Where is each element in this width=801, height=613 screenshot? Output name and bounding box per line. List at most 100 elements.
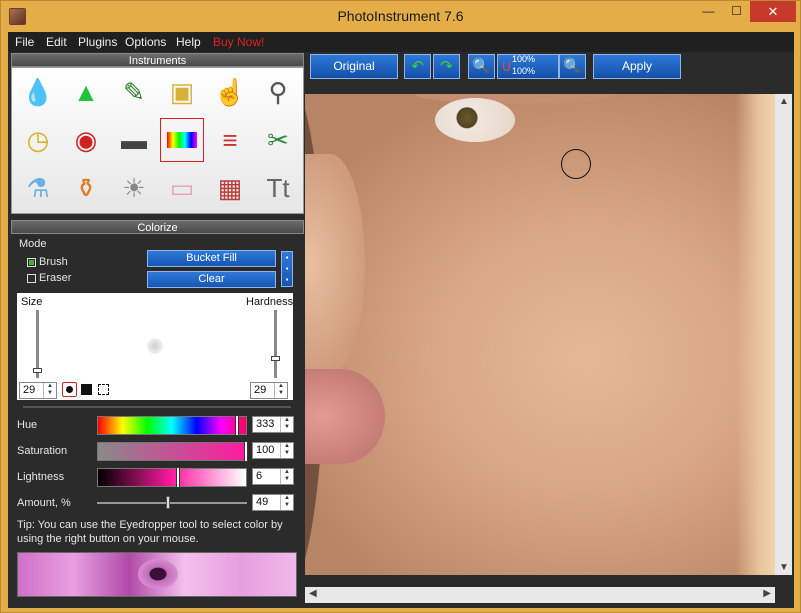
zoom-out-button[interactable]: 🔍 [468,54,495,79]
saturation-thumb[interactable] [244,441,248,462]
stamp-icon: ▣ [169,76,195,107]
tool-eraser[interactable]: ▭ [160,166,204,210]
zoom-in-icon: 🔍 [563,58,582,75]
hue-spinner-arrows[interactable]: ▲ ▼ [280,417,293,432]
eye-icon: ◉ [74,124,98,155]
saturation-spinner[interactable]: 100 ▲ ▼ [252,442,294,459]
round-brush-option[interactable] [62,382,77,397]
tool-gradient[interactable]: ▬ [112,118,156,162]
menu-buy-now[interactable]: Buy Now! [213,35,264,49]
redo-icon: ↷ [440,58,453,75]
undo-button[interactable]: ↶ [404,54,431,79]
preview-eye-shape [138,559,178,589]
menu-edit[interactable]: Edit [46,35,67,49]
brush-label: Brush [39,256,68,268]
colorize-header: Colorize [11,220,304,234]
saturation-slider[interactable] [97,441,248,462]
test-tube-icon: ⚗ [26,172,50,203]
hue-label: Hue [17,419,38,431]
tool-text-layers[interactable]: Tt [256,166,300,210]
clear-button[interactable]: Clear [147,271,276,288]
close-button[interactable]: ✕ [750,1,796,22]
redo-button[interactable]: ↷ [433,54,460,79]
original-button[interactable]: Original [310,54,398,79]
selection-brush-option[interactable] [98,384,109,395]
zoom-out-icon: 🔍 [472,58,491,75]
tool-water-drop[interactable]: 💧 [16,70,60,114]
vertical-scrollbar[interactable]: ▲ ▼ [775,94,792,575]
scissors-icon: ✂ [267,124,289,155]
lightness-spinner-arrows[interactable]: ▲ ▼ [280,469,293,484]
size-slider-thumb[interactable] [33,368,42,373]
brush-shape-preview [147,338,163,354]
hue-value: 333 [256,418,275,430]
lightness-thumb[interactable] [176,467,180,488]
brush-preview-area: Size Hardness 29 ▲ ▼ 29 ▲ ▼ [17,293,293,400]
tool-scissors[interactable]: ✂ [256,118,300,162]
amount-spinner-arrows[interactable]: ▲ ▼ [280,495,293,510]
tool-rainbow[interactable] [160,118,204,162]
hardness-spinner[interactable]: 29 ▲ ▼ [250,382,288,399]
bucket-fill-button[interactable]: Bucket Fill [147,250,276,267]
tool-lamp[interactable]: ☀ [112,166,156,210]
hardness-spinner-arrows[interactable]: ▲ ▼ [274,383,287,398]
square-brush-option[interactable] [81,384,92,395]
tool-clock[interactable]: ◷ [16,118,60,162]
zoom-level-readout: 100% 100% [512,53,535,77]
brush-checkbox[interactable] [27,258,36,267]
hardness-slider-thumb[interactable] [271,356,280,361]
size-value: 29 [23,384,36,396]
amount-slider[interactable] [97,502,247,504]
tool-bottle[interactable]: ⚱ [64,166,108,210]
cone-icon: ▲ [73,76,99,107]
tool-cone[interactable]: ▲ [64,70,108,114]
scroll-down-arrow-icon[interactable]: ▼ [779,562,789,573]
size-spinner[interactable]: 29 ▲ ▼ [19,382,57,399]
tool-lines[interactable]: ≡ [208,118,252,162]
pencils-icon: ✎ [123,76,145,107]
hair-region [735,94,775,575]
scroll-right-arrow-icon[interactable]: ▶ [763,588,771,599]
pin-icon: ⚲ [268,76,288,107]
divider [23,406,291,408]
tool-stamp[interactable]: ▣ [160,70,204,114]
tool-pencils[interactable]: ✎ [112,70,156,114]
menu-plugins[interactable]: Plugins [78,35,117,49]
eraser-checkbox[interactable] [27,274,36,283]
scroll-left-arrow-icon[interactable]: ◀ [309,588,317,599]
tip-text: Tip: You can use the Eyedropper tool to … [17,519,283,545]
saturation-spinner-arrows[interactable]: ▲ ▼ [280,443,293,458]
tool-finger[interactable]: ☝ [208,70,252,114]
tool-pin[interactable]: ⚲ [256,70,300,114]
magnet-icon: ∪ [501,58,512,75]
menu-file[interactable]: File [15,35,34,49]
scroll-up-arrow-icon[interactable]: ▲ [779,96,789,107]
hue-slider[interactable] [97,415,247,436]
saturation-label: Saturation [17,445,68,457]
hue-thumb[interactable] [235,415,239,436]
text-layers-icon: Tt [266,172,290,203]
mode-toggle-button[interactable]: ▪ ▪ ▪ [281,251,293,287]
eraser-icon: ▭ [169,172,195,203]
hardness-slider[interactable] [274,310,277,378]
app-window: PhotoInstrument 7.6 — ☐ ✕ File Edit Plug… [0,0,801,613]
tool-eye[interactable]: ◉ [64,118,108,162]
tool-tv[interactable]: ▦ [208,166,252,210]
lightness-spinner[interactable]: 6 ▲ ▼ [252,468,294,485]
tool-test-tube[interactable]: ⚗ [16,166,60,210]
amount-spinner[interactable]: 49 ▲ ▼ [252,494,294,511]
zoom-in-button[interactable]: 🔍 [559,54,586,79]
horizontal-scrollbar[interactable]: ◀ ▶ [305,587,775,603]
apply-button[interactable]: Apply [593,54,681,79]
photo-canvas[interactable] [305,94,775,575]
minimize-button[interactable]: — [694,1,723,22]
client-area: Instruments 💧 ▲ ✎ ▣ ☝ ⚲ ◷ ◉ ▬ ≡ ✂ ⚗ ⚱ ☀ ▭ ▦ Tt Colorize … [8,52,794,608]
amount-thumb[interactable] [166,496,170,509]
hue-spinner[interactable]: 333 ▲ ▼ [252,416,294,433]
lightness-slider[interactable] [97,467,247,488]
size-spinner-arrows[interactable]: ▲ ▼ [43,383,56,398]
maximize-button[interactable]: ☐ [723,1,750,22]
menu-help[interactable]: Help [176,35,201,49]
menu-options[interactable]: Options [125,35,166,49]
title-bar[interactable]: PhotoInstrument 7.6 — ☐ ✕ [1,1,800,32]
